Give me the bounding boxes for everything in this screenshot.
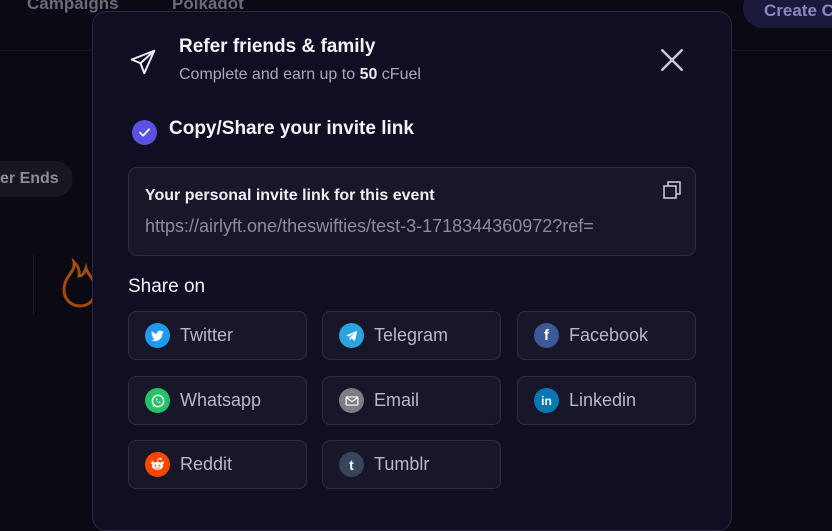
share-label: Email bbox=[374, 390, 420, 410]
modal-title: Refer friends & family bbox=[179, 36, 376, 57]
copy-icon[interactable] bbox=[662, 180, 682, 200]
send-icon bbox=[130, 49, 156, 75]
share-whatsapp-button[interactable]: Whatsapp bbox=[128, 376, 307, 425]
share-label: Telegram bbox=[374, 325, 449, 345]
share-label: Reddit bbox=[180, 454, 233, 474]
share-linkedin-button[interactable]: in Linkedin bbox=[517, 376, 696, 425]
modal-subtitle: Complete and earn up to 50 cFuel bbox=[179, 66, 421, 83]
share-email-button[interactable]: Email bbox=[322, 376, 501, 425]
reward-amount: 50 bbox=[359, 66, 378, 83]
reddit-icon bbox=[145, 452, 170, 477]
share-telegram-button[interactable]: Telegram bbox=[322, 311, 501, 360]
telegram-icon bbox=[339, 323, 364, 348]
close-icon[interactable] bbox=[659, 47, 685, 73]
divider bbox=[33, 255, 34, 315]
share-facebook-button[interactable]: f Facebook bbox=[517, 311, 696, 360]
whatsapp-icon bbox=[145, 388, 170, 413]
step-complete-check-icon bbox=[132, 120, 157, 145]
linkedin-icon: in bbox=[534, 388, 559, 413]
share-label: Whatsapp bbox=[180, 390, 262, 410]
create-button[interactable]: Create C bbox=[743, 0, 832, 28]
share-heading: Share on bbox=[128, 276, 206, 297]
share-label: Tumblr bbox=[374, 454, 430, 474]
tumblr-icon: t bbox=[339, 452, 364, 477]
share-label: Facebook bbox=[569, 325, 649, 345]
ends-pill: er Ends bbox=[0, 161, 73, 197]
refer-modal: Refer friends & family Complete and earn… bbox=[92, 11, 732, 531]
invite-link-box[interactable]: Your personal invite link for this event… bbox=[128, 167, 696, 256]
step-title: Copy/Share your invite link bbox=[169, 118, 414, 139]
share-label: Linkedin bbox=[569, 390, 637, 410]
share-twitter-button[interactable]: Twitter bbox=[128, 311, 307, 360]
email-icon bbox=[339, 388, 364, 413]
invite-link-url[interactable]: https://airlyft.one/theswifties/test-3-1… bbox=[145, 216, 680, 237]
invite-link-label: Your personal invite link for this event bbox=[145, 187, 435, 204]
twitter-icon bbox=[145, 323, 170, 348]
share-label: Twitter bbox=[180, 325, 234, 345]
share-reddit-button[interactable]: Reddit bbox=[128, 440, 307, 489]
facebook-icon: f bbox=[534, 323, 559, 348]
share-tumblr-button[interactable]: t Tumblr bbox=[322, 440, 501, 489]
